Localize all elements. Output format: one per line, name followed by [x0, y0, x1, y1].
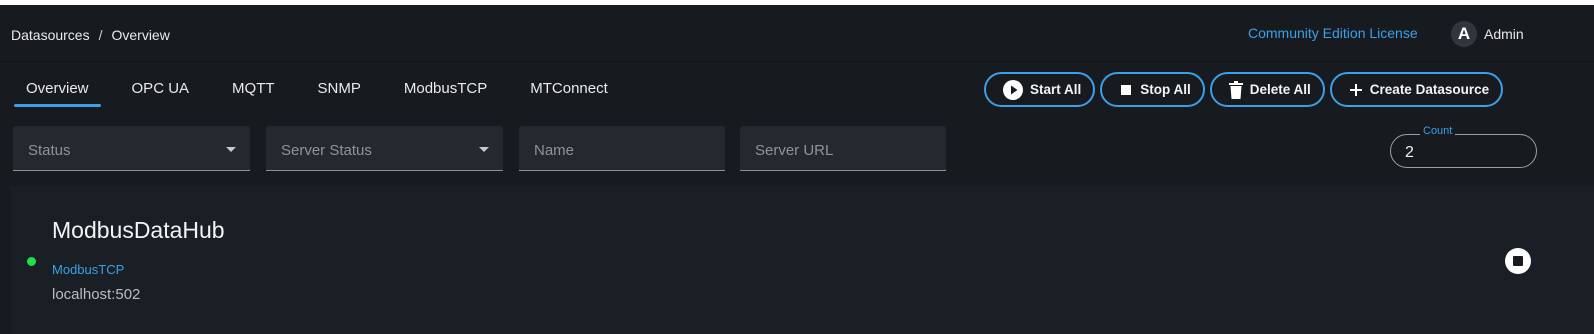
dropdown-arrow-icon — [479, 147, 489, 152]
create-datasource-label: Create Datasource — [1369, 82, 1490, 97]
dropdown-arrow-icon — [226, 147, 236, 152]
top-header: Datasources / Overview Community Edition… — [0, 5, 1594, 62]
create-datasource-button[interactable]: Create Datasource — [1329, 72, 1504, 107]
user-menu[interactable]: A Admin — [1451, 21, 1524, 47]
play-circle-icon — [1003, 79, 1023, 100]
server-status-filter-label: Server Status — [281, 142, 372, 159]
breadcrumb-datasources[interactable]: Datasources — [11, 27, 90, 43]
datasource-address: localhost:502 — [52, 286, 141, 303]
breadcrumb-separator: / — [98, 27, 103, 43]
stop-datasource-button[interactable] — [1505, 248, 1531, 274]
plus-icon — [1349, 83, 1363, 97]
tab-mtconnect[interactable]: MTConnect — [518, 77, 620, 107]
name-filter-placeholder: Name — [534, 142, 575, 159]
tab-modbustcp[interactable]: ModbusTCP — [392, 77, 499, 107]
toolbar-actions: Start All Stop All Delete All Create Dat… — [984, 72, 1504, 107]
datasource-name: ModbusDataHub — [52, 217, 225, 243]
datasource-card[interactable]: ModbusDataHub ModbusTCP localhost:502 — [11, 186, 1594, 334]
datasource-tabs: Overview OPC UA MQTT SNMP ModbusTCP MTCo… — [14, 77, 639, 113]
tab-overview[interactable]: Overview — [14, 77, 101, 107]
stop-icon — [1513, 256, 1523, 266]
stop-all-label: Stop All — [1140, 82, 1191, 97]
count-label: Count — [1420, 125, 1456, 137]
tab-opc-ua[interactable]: OPC UA — [120, 77, 202, 107]
status-indicator — [27, 257, 36, 266]
delete-all-button[interactable]: Delete All — [1209, 72, 1325, 107]
server-status-filter-select[interactable]: Server Status — [266, 126, 503, 171]
license-link[interactable]: Community Edition License — [1248, 25, 1418, 41]
start-all-label: Start All — [1030, 82, 1082, 97]
stop-square-icon — [1119, 83, 1133, 97]
server-url-filter-input[interactable]: Server URL — [740, 126, 946, 171]
server-url-filter-placeholder: Server URL — [755, 142, 834, 159]
breadcrumb: Datasources / Overview — [11, 27, 170, 43]
avatar: A — [1451, 21, 1477, 47]
user-name: Admin — [1484, 26, 1524, 42]
status-filter-label: Status — [28, 142, 71, 159]
status-filter-select[interactable]: Status — [13, 126, 250, 171]
tab-snmp[interactable]: SNMP — [306, 77, 373, 107]
name-filter-input[interactable]: Name — [519, 126, 725, 171]
count-value: 2 — [1405, 144, 1414, 161]
datasource-type: ModbusTCP — [52, 262, 125, 277]
delete-all-label: Delete All — [1249, 82, 1311, 97]
stop-all-button[interactable]: Stop All — [1100, 72, 1205, 107]
start-all-button[interactable]: Start All — [984, 72, 1096, 107]
datasources-app: Datasources / Overview Community Edition… — [0, 5, 1594, 334]
breadcrumb-overview: Overview — [111, 27, 170, 43]
tab-mqtt[interactable]: MQTT — [220, 77, 287, 107]
trash-icon — [1228, 80, 1243, 99]
